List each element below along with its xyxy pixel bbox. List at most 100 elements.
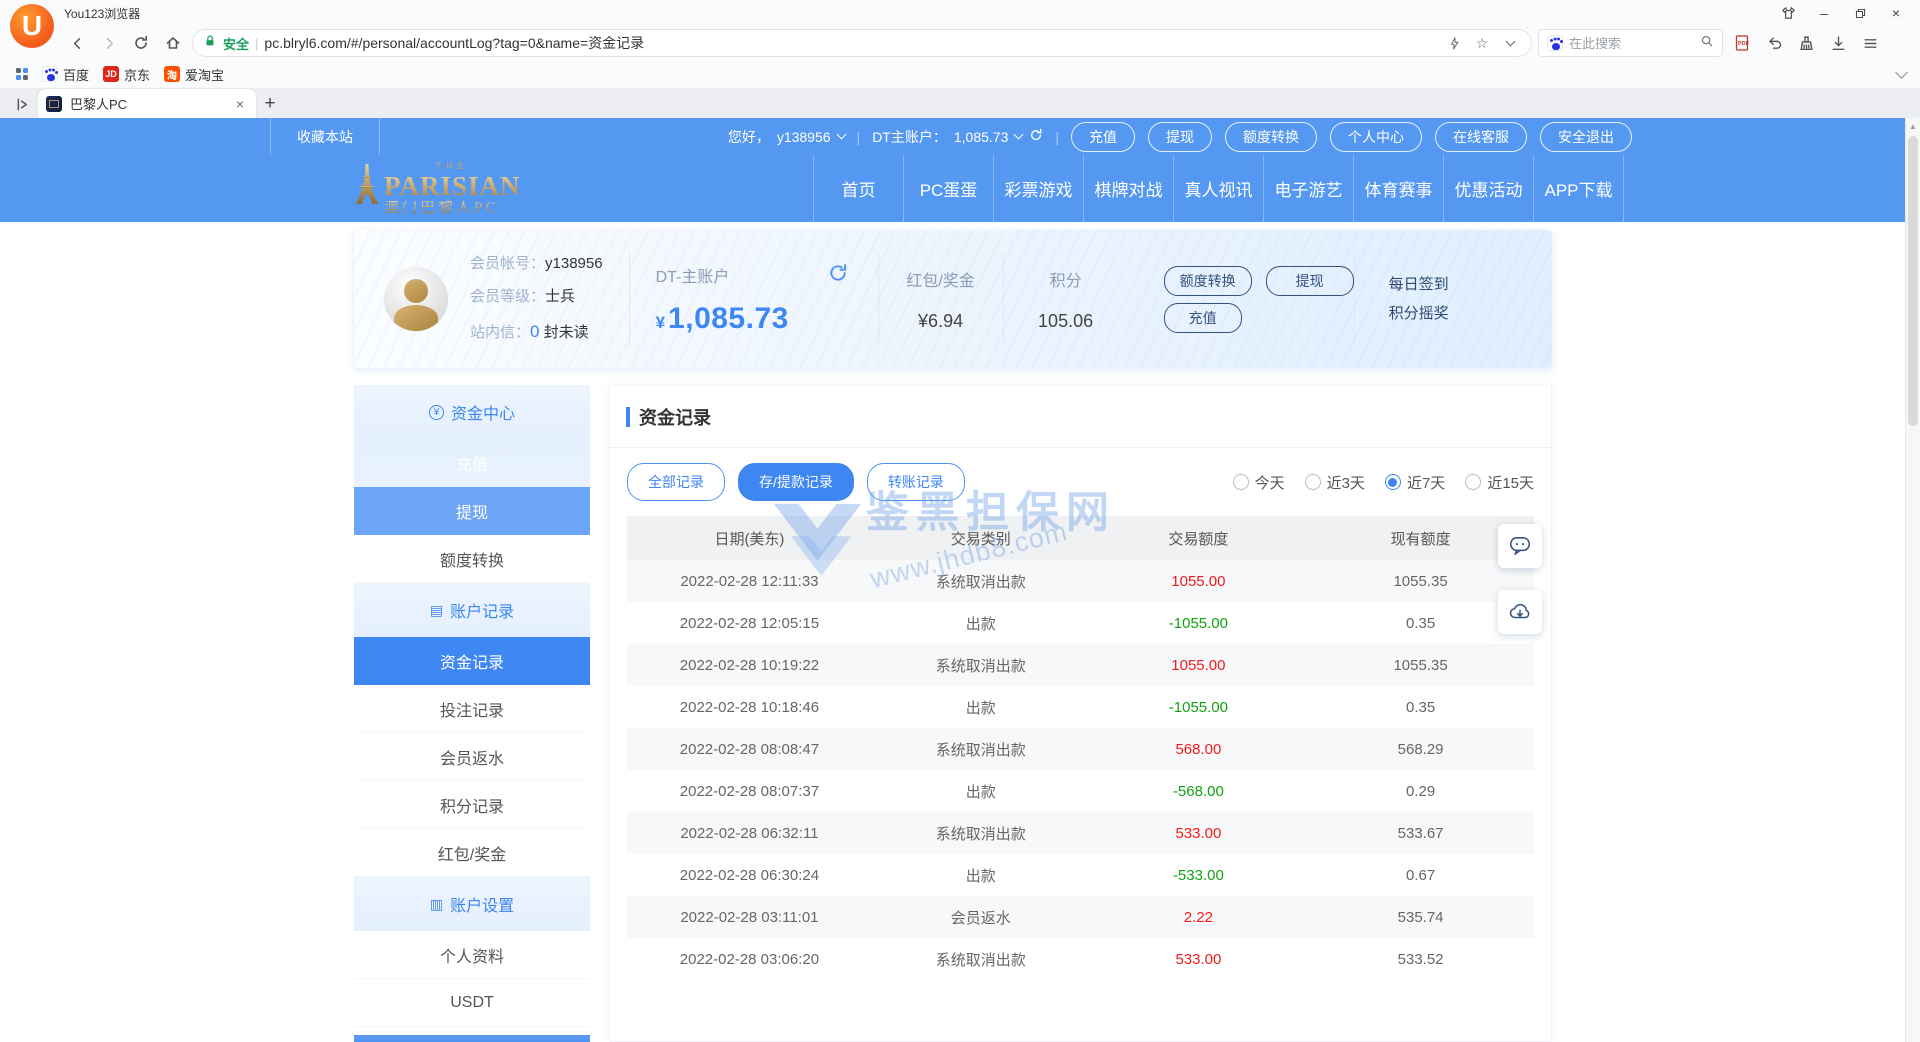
- sidebar-item[interactable]: 额度转换: [354, 535, 590, 583]
- new-tab-button[interactable]: +: [256, 90, 284, 118]
- nav-item[interactable]: 真人视讯: [1174, 155, 1264, 222]
- close-button[interactable]: ×: [1882, 3, 1910, 23]
- tab-list-icon[interactable]: [8, 90, 38, 118]
- filter-pill[interactable]: 转账记录: [867, 463, 965, 501]
- download-icon[interactable]: [1825, 30, 1851, 56]
- active-tab[interactable]: 巴黎人PC ×: [38, 89, 256, 118]
- undo-icon[interactable]: [1761, 30, 1787, 56]
- table-row[interactable]: 2022-02-28 06:32:11 系统取消出款 533.00 533.67: [627, 812, 1534, 854]
- address-bar[interactable]: 安全 | pc.blryl6.com/#/personal/accountLog…: [192, 29, 1532, 57]
- search-box[interactable]: [1538, 29, 1723, 57]
- menu-icon[interactable]: [1857, 30, 1883, 56]
- url-text[interactable]: pc.blryl6.com/#/personal/accountLog?tag=…: [264, 33, 1437, 53]
- bookmark-item[interactable]: JD 京东: [103, 65, 150, 84]
- collapse-bookmarks-icon[interactable]: [1895, 66, 1908, 79]
- card-action-button[interactable]: 充值: [1164, 303, 1242, 333]
- card-action-button[interactable]: 提现: [1266, 266, 1354, 296]
- home-icon[interactable]: [160, 30, 186, 56]
- app-download-button[interactable]: [1498, 590, 1542, 634]
- card-link[interactable]: 积分摇奖: [1389, 306, 1449, 321]
- favorite-site-link[interactable]: 收藏本站: [270, 118, 380, 155]
- radio-icon[interactable]: [1385, 474, 1401, 490]
- inbox-row[interactable]: 站内信：0 封未读: [470, 313, 603, 350]
- user-dropdown-icon[interactable]: [836, 130, 846, 140]
- table-row[interactable]: 2022-02-28 08:08:47 系统取消出款 568.00 568.29: [627, 728, 1534, 770]
- user-greeting[interactable]: 您好，y138956: [728, 127, 845, 147]
- card-action-button[interactable]: 额度转换: [1164, 266, 1252, 296]
- forward-icon[interactable]: [96, 30, 122, 56]
- pdf-icon[interactable]: PDF: [1729, 30, 1755, 56]
- range-radio-option[interactable]: 今天: [1233, 472, 1285, 493]
- sidebar-item[interactable]: 投注记录: [354, 685, 590, 733]
- speed-mode-icon[interactable]: [1443, 32, 1465, 54]
- nav-item[interactable]: 优惠活动: [1444, 155, 1534, 222]
- nav-item[interactable]: 棋牌对战: [1084, 155, 1174, 222]
- favorite-star-icon[interactable]: ☆: [1471, 32, 1493, 54]
- topbar-pill-button[interactable]: 安全退出: [1540, 122, 1632, 152]
- filter-pill[interactable]: 存/提款记录: [738, 463, 854, 501]
- sidebar-item[interactable]: 资金记录: [354, 637, 590, 685]
- scrollbar-thumb[interactable]: [1908, 136, 1918, 426]
- balance-dropdown-icon[interactable]: [1014, 130, 1024, 140]
- topbar-pill-button[interactable]: 额度转换: [1225, 122, 1317, 152]
- sidebar-item[interactable]: USDT: [354, 979, 590, 1027]
- table-row[interactable]: 2022-02-28 06:30:24 出款 -533.00 0.67: [627, 854, 1534, 896]
- table-row[interactable]: 2022-02-28 10:19:22 系统取消出款 1055.00 1055.…: [627, 644, 1534, 686]
- search-input[interactable]: [1569, 36, 1694, 51]
- bookmark-item[interactable]: 百度: [42, 65, 89, 84]
- sidebar-item[interactable]: 个人资料: [354, 931, 590, 979]
- table-row[interactable]: 2022-02-28 03:11:01 会员返水 2.22 535.74: [627, 896, 1534, 938]
- minimize-button[interactable]: –: [1810, 3, 1838, 23]
- range-radio-option[interactable]: 近3天: [1305, 472, 1365, 493]
- address-dropdown-icon[interactable]: [1499, 32, 1521, 54]
- wallet-refresh-icon[interactable]: [828, 263, 848, 288]
- topbar-pill-list: 充值提现额度转换个人中心在线客服安全退出: [1071, 122, 1632, 152]
- search-icon[interactable]: [1700, 34, 1714, 53]
- radio-icon[interactable]: [1305, 474, 1321, 490]
- site-favicon: [46, 96, 62, 112]
- refresh-balance-icon[interactable]: [1029, 128, 1043, 145]
- online-service-button[interactable]: [1498, 524, 1542, 568]
- sidebar-item[interactable]: 会员返水: [354, 733, 590, 781]
- wallet-block: DT-主账户 ¥1,085.73: [630, 263, 878, 336]
- skin-icon[interactable]: [1774, 3, 1802, 23]
- card-link[interactable]: 每日签到: [1389, 277, 1449, 292]
- radio-icon[interactable]: [1465, 474, 1481, 490]
- sidebar-item[interactable]: 充值: [354, 439, 590, 487]
- table-row[interactable]: 2022-02-28 12:11:33 系统取消出款 1055.00 1055.…: [627, 560, 1534, 602]
- back-icon[interactable]: [64, 30, 90, 56]
- nav-item[interactable]: 首页: [814, 155, 904, 222]
- table-row[interactable]: 2022-02-28 10:18:46 出款 -1055.00 0.35: [627, 686, 1534, 728]
- topbar-pill-button[interactable]: 提现: [1148, 122, 1212, 152]
- radio-icon[interactable]: [1233, 474, 1249, 490]
- topbar-pill-button[interactable]: 个人中心: [1330, 122, 1422, 152]
- sidebar-item[interactable]: 红包/奖金: [354, 829, 590, 877]
- reload-icon[interactable]: [128, 30, 154, 56]
- filter-pill[interactable]: 全部记录: [627, 463, 725, 501]
- nav-item[interactable]: APP下载: [1534, 155, 1624, 222]
- table-row[interactable]: 2022-02-28 03:06:20 系统取消出款 533.00 533.52: [627, 938, 1534, 980]
- bookmark-item[interactable]: 淘 爱淘宝: [164, 65, 224, 84]
- nav-item[interactable]: 体育赛事: [1354, 155, 1444, 222]
- restore-button[interactable]: [1846, 3, 1874, 23]
- page-scrollbar[interactable]: ▲: [1905, 118, 1920, 1042]
- table-row[interactable]: 2022-02-28 08:07:37 出款 -568.00 0.29: [627, 770, 1534, 812]
- scroll-up-icon[interactable]: ▲: [1906, 118, 1920, 131]
- nav-item[interactable]: 彩票游戏: [994, 155, 1084, 222]
- site-logo[interactable]: THE PARISIAN 澳门巴黎人PC: [354, 162, 521, 216]
- cleaner-icon[interactable]: [1793, 30, 1819, 56]
- nav-item[interactable]: 电子游艺: [1264, 155, 1354, 222]
- sidebar-item[interactable]: 提现: [354, 487, 590, 535]
- tab-close-icon[interactable]: ×: [232, 96, 248, 112]
- avatar[interactable]: [384, 267, 448, 331]
- sidebar-item[interactable]: 积分记录: [354, 781, 590, 829]
- topbar-pill-button[interactable]: 充值: [1071, 122, 1135, 152]
- range-radio-option[interactable]: 近15天: [1465, 472, 1534, 493]
- range-radio-option[interactable]: 近7天: [1385, 472, 1445, 493]
- bookmarks-icon[interactable]: [14, 66, 30, 82]
- main-balance[interactable]: DT主账户：1,085.73: [872, 127, 1043, 147]
- browser-logo[interactable]: U: [10, 4, 54, 48]
- topbar-pill-button[interactable]: 在线客服: [1435, 122, 1527, 152]
- table-row[interactable]: 2022-02-28 12:05:15 出款 -1055.00 0.35: [627, 602, 1534, 644]
- nav-item[interactable]: PC蛋蛋: [904, 155, 994, 222]
